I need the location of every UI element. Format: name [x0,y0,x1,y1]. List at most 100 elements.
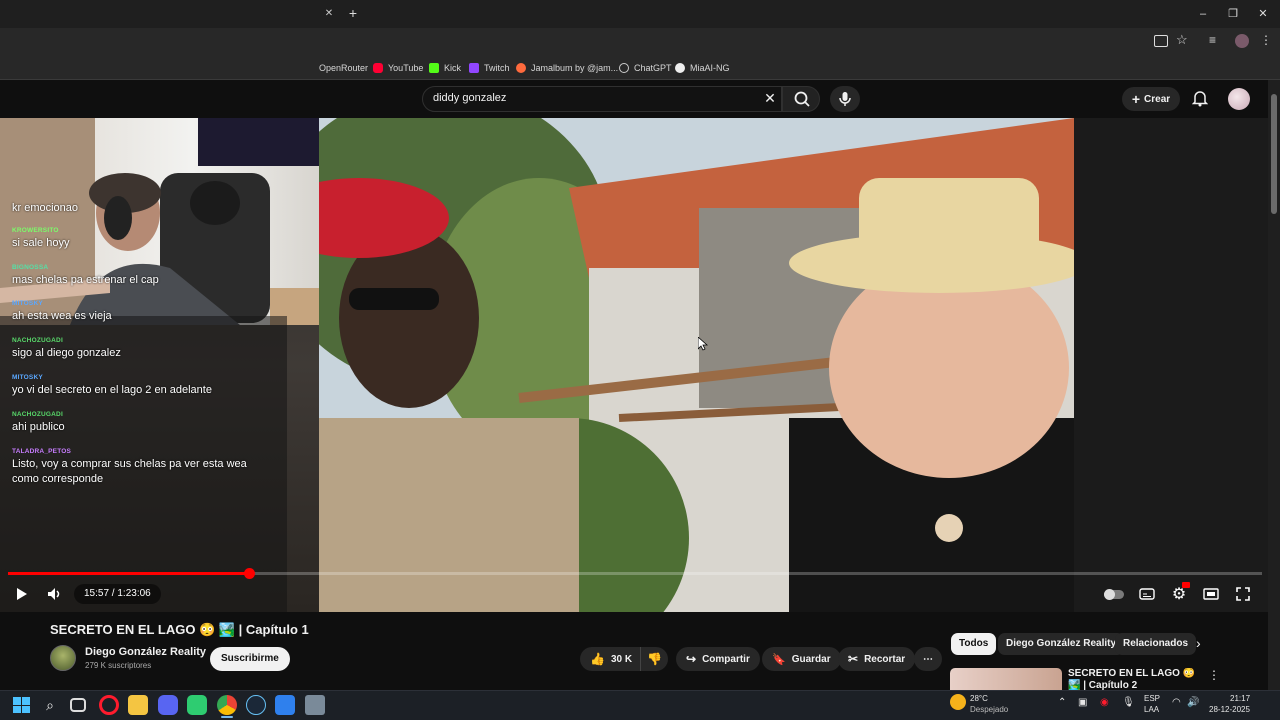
theater-mode-button[interactable] [1201,584,1221,604]
share-button[interactable]: ↪ Compartir [676,647,760,671]
bookmarks-bar: OpenRouter YouTube Kick Twitch Jamalbum … [0,56,1280,80]
restore-button[interactable]: ❐ [1225,6,1241,22]
minimize-button[interactable]: – [1195,6,1211,22]
fullscreen-button[interactable] [1233,584,1253,604]
video-frame[interactable] [319,118,1074,612]
profile-icon[interactable] [1235,34,1249,48]
bookmark-miaai[interactable]: MiaAI-NG [675,60,730,76]
chat-message: BIGNOSSA mas chelas pa estrenar el cap [12,264,274,288]
notifications-bell-icon[interactable] [1191,89,1209,107]
app-green-icon[interactable] [187,695,207,715]
mute-button[interactable] [45,584,65,604]
wifi-icon[interactable]: ◠ [1172,697,1181,708]
video-title: SECRETO EN EL LAGO 😳 🏞️ | Capítulo 1 [50,622,309,637]
file-explorer-icon[interactable] [128,695,148,715]
progress-bar[interactable] [8,568,1262,579]
bookmark-chatgpt[interactable]: ChatGPT [619,60,672,76]
channel-avatar[interactable] [50,645,76,671]
chat-username: BIGNOSSA [12,264,49,271]
recommendation-title[interactable]: SECRETO EN EL LAGO 😳 🏞️ | Capítulo 2 [1068,668,1198,690]
discord-icon[interactable] [158,695,178,715]
bookmark-kick[interactable]: Kick [429,60,461,76]
browser-toolbar: ☆ ≡ ⋮ [0,28,1280,56]
microphone-icon [839,92,851,106]
recommendation-menu-icon[interactable]: ⋮ [1208,668,1220,682]
menu-kebab-icon[interactable]: ⋮ [1260,33,1272,47]
fullscreen-icon [1236,587,1250,601]
kick-icon [429,63,439,73]
chatgpt-icon [619,63,629,73]
close-window-button[interactable]: ✕ [1255,6,1271,22]
clock-date[interactable]: 28-12-2025 [1209,705,1250,714]
windows-start-icon[interactable] [11,695,31,715]
jamalbum-icon [516,63,526,73]
opera-icon[interactable] [99,695,119,715]
cast-icon[interactable] [1154,35,1168,47]
chat-message: MITOSKY yo vi del secreto en el lago 2 e… [12,374,274,398]
chip-channel[interactable]: Diego González Reality [998,633,1125,655]
chip-related[interactable]: Relacionados [1115,633,1197,655]
clear-search-icon[interactable]: ✕ [762,90,778,108]
weather-desc[interactable]: Despejado [970,705,1008,714]
autoplay-toggle-icon [1104,588,1124,600]
page-scrollbar-thumb[interactable] [1271,94,1277,214]
weather-temp[interactable]: 28°C [970,694,988,703]
clip-button[interactable]: ✂ Recortar [838,647,916,671]
dislike-button[interactable]: 👎 [640,647,668,671]
app-blue-icon[interactable] [275,695,295,715]
play-button[interactable] [11,584,31,604]
bookmark-jamalbum[interactable]: Jamalbum by @jam... [516,60,618,76]
mouse-cursor-icon [697,336,709,356]
progress-played [8,572,249,575]
tray-opera-icon[interactable]: ◉ [1100,697,1109,708]
create-button[interactable]: + Crear [1122,87,1180,111]
chrome-icon[interactable] [217,695,237,715]
thumbs-down-icon: 👎 [647,652,662,666]
media-control-icon[interactable]: ≡ [1209,33,1216,47]
bookmark-star-icon[interactable]: ☆ [1176,32,1188,48]
microphone-tray-icon[interactable]: 🎙 [1122,697,1135,708]
subscribe-button[interactable]: Suscribirme [210,647,290,671]
clock-time[interactable]: 21:17 [1230,694,1250,703]
progress-scrubber-handle[interactable] [243,568,255,579]
bookmark-youtube[interactable]: YouTube [373,60,423,76]
recommendation-thumbnail[interactable] [950,668,1062,690]
chips-next-icon[interactable]: › [1196,635,1201,651]
steam-icon[interactable] [246,695,266,715]
task-view-icon[interactable] [70,698,86,712]
account-avatar[interactable] [1228,88,1250,110]
lang-bottom[interactable]: LAA [1144,705,1159,714]
save-button[interactable]: 🔖 Guardar [762,647,841,671]
tray-overflow-icon[interactable]: ⌃ [1058,697,1066,708]
github-icon [675,63,685,73]
speaker-icon[interactable]: 🔊 [1187,697,1199,708]
settings-button[interactable]: ⚙ [1169,582,1190,604]
chat-message: KROWERSITO si sale hoyy [12,227,274,251]
weather-icon [950,694,966,710]
lang-top[interactable]: ESP [1144,694,1160,703]
like-button[interactable]: 👍 30 K [580,647,640,671]
voice-search-button[interactable] [830,86,860,112]
taskbar-search-icon[interactable]: ⌕ [40,695,60,715]
chat-message: MITOSKY ah esta wea es vieja [12,300,274,324]
video-player[interactable] [0,118,1268,612]
chip-todos[interactable]: Todos [951,633,997,655]
chat-username: NACHOZUGADI [12,411,63,418]
tray-app-icon[interactable]: ▣ [1078,697,1087,708]
more-actions-button[interactable]: ⋯ [914,647,942,671]
search-button[interactable] [782,86,820,112]
chat-message: NACHOZUGADI ahi publico [12,411,274,435]
channel-name[interactable]: Diego González Reality [85,646,206,658]
calculator-icon[interactable] [305,695,325,715]
subtitles-button[interactable] [1137,584,1157,604]
chrome-active-indicator [221,716,233,718]
chat-username: MITOSKY [12,374,43,381]
autoplay-toggle[interactable] [1104,584,1124,604]
thumbs-up-icon: 👍 [590,652,605,666]
tab-close-icon[interactable]: ✕ [322,7,336,21]
chat-username: TALADRA_PETOS [12,448,72,455]
new-tab-button[interactable]: + [345,5,361,21]
twitch-icon [469,63,479,73]
bookmark-twitch[interactable]: Twitch [469,60,510,76]
bookmark-openrouter[interactable]: OpenRouter [319,60,368,76]
